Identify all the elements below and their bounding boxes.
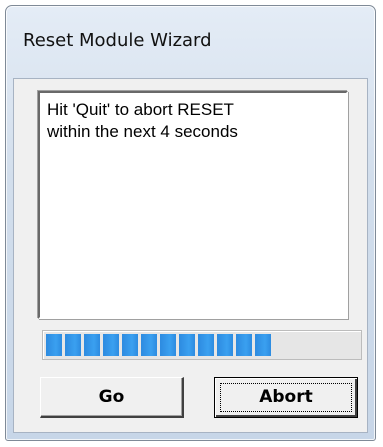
message-text-box: Hit 'Quit' to abort RESET within the nex… — [38, 91, 348, 319]
reset-module-wizard-window: Reset Module Wizard Hit 'Quit' to abort … — [5, 5, 376, 441]
progress-fill — [46, 334, 271, 356]
abort-button[interactable]: Abort — [214, 377, 358, 418]
countdown-progress-bar — [42, 330, 362, 360]
dialog-client-area: Hit 'Quit' to abort RESET within the nex… — [13, 78, 368, 433]
message-line-1: Hit 'Quit' to abort RESET — [47, 100, 234, 119]
abort-button-label: Abort — [259, 387, 313, 407]
window-title: Reset Module Wizard — [23, 30, 212, 51]
go-button-label: Go — [98, 387, 125, 407]
title-bar[interactable]: Reset Module Wizard — [6, 6, 375, 78]
message-line-2: within the next 4 seconds — [47, 122, 238, 141]
go-button[interactable]: Go — [40, 377, 184, 418]
